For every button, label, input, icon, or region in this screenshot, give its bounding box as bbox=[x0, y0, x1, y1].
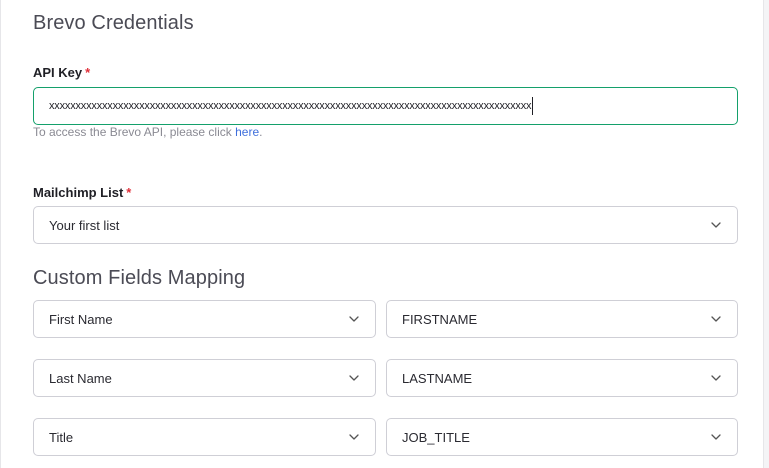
chevron-down-icon bbox=[348, 372, 360, 384]
api-key-value: xxxxxxxxxxxxxxxxxxxxxxxxxxxxxxxxxxxxxxxx… bbox=[49, 100, 532, 112]
mapping-target-value: FIRSTNAME bbox=[402, 311, 478, 327]
api-key-label-text: API Key bbox=[33, 65, 83, 80]
text-caret bbox=[532, 97, 534, 115]
mapping-target-value: JOB_TITLE bbox=[402, 429, 470, 445]
mapping-target-select[interactable]: FIRSTNAME bbox=[386, 300, 738, 338]
mapping-source-value: Last Name bbox=[49, 370, 112, 386]
mapping-source-select[interactable]: Last Name bbox=[33, 359, 376, 397]
chevron-down-icon bbox=[710, 372, 722, 384]
mapping-target-select[interactable]: JOB_TITLE bbox=[386, 418, 738, 456]
chevron-down-icon bbox=[710, 219, 722, 231]
chevron-down-icon bbox=[710, 431, 722, 443]
chevron-down-icon bbox=[348, 313, 360, 325]
mailchimp-list-label-text: Mailchimp List bbox=[33, 185, 124, 200]
api-key-help-suffix: . bbox=[259, 125, 263, 139]
api-key-help-text: To access the Brevo API, please click bbox=[33, 125, 232, 139]
mapping-target-value: LASTNAME bbox=[402, 370, 473, 386]
mapping-source-select[interactable]: Title bbox=[33, 418, 376, 456]
mapping-source-value: First Name bbox=[49, 311, 113, 327]
mapping-source-value: Title bbox=[49, 429, 74, 445]
chevron-down-icon bbox=[348, 431, 360, 443]
mapping-title: Custom Fields Mapping bbox=[33, 267, 246, 289]
api-key-label: API Key * bbox=[33, 65, 90, 80]
mailchimp-list-label: Mailchimp List * bbox=[33, 185, 131, 200]
mailchimp-list-value: Your first list bbox=[49, 217, 120, 233]
api-key-help: To access the Brevo API, please click he… bbox=[33, 125, 262, 139]
api-key-help-link[interactable]: here bbox=[235, 125, 259, 139]
settings-panel: Brevo Credentials API Key * xxxxxxxxxxxxx… bbox=[0, 0, 764, 468]
mapping-source-select[interactable]: First Name bbox=[33, 300, 376, 338]
required-marker: * bbox=[126, 185, 132, 200]
required-marker: * bbox=[85, 65, 91, 80]
api-key-input[interactable]: xxxxxxxxxxxxxxxxxxxxxxxxxxxxxxxxxxxxxxxx… bbox=[33, 87, 738, 125]
mailchimp-list-select[interactable]: Your first list bbox=[33, 206, 738, 244]
chevron-down-icon bbox=[710, 313, 722, 325]
mapping-target-select[interactable]: LASTNAME bbox=[386, 359, 738, 397]
credentials-title: Brevo Credentials bbox=[33, 12, 194, 34]
